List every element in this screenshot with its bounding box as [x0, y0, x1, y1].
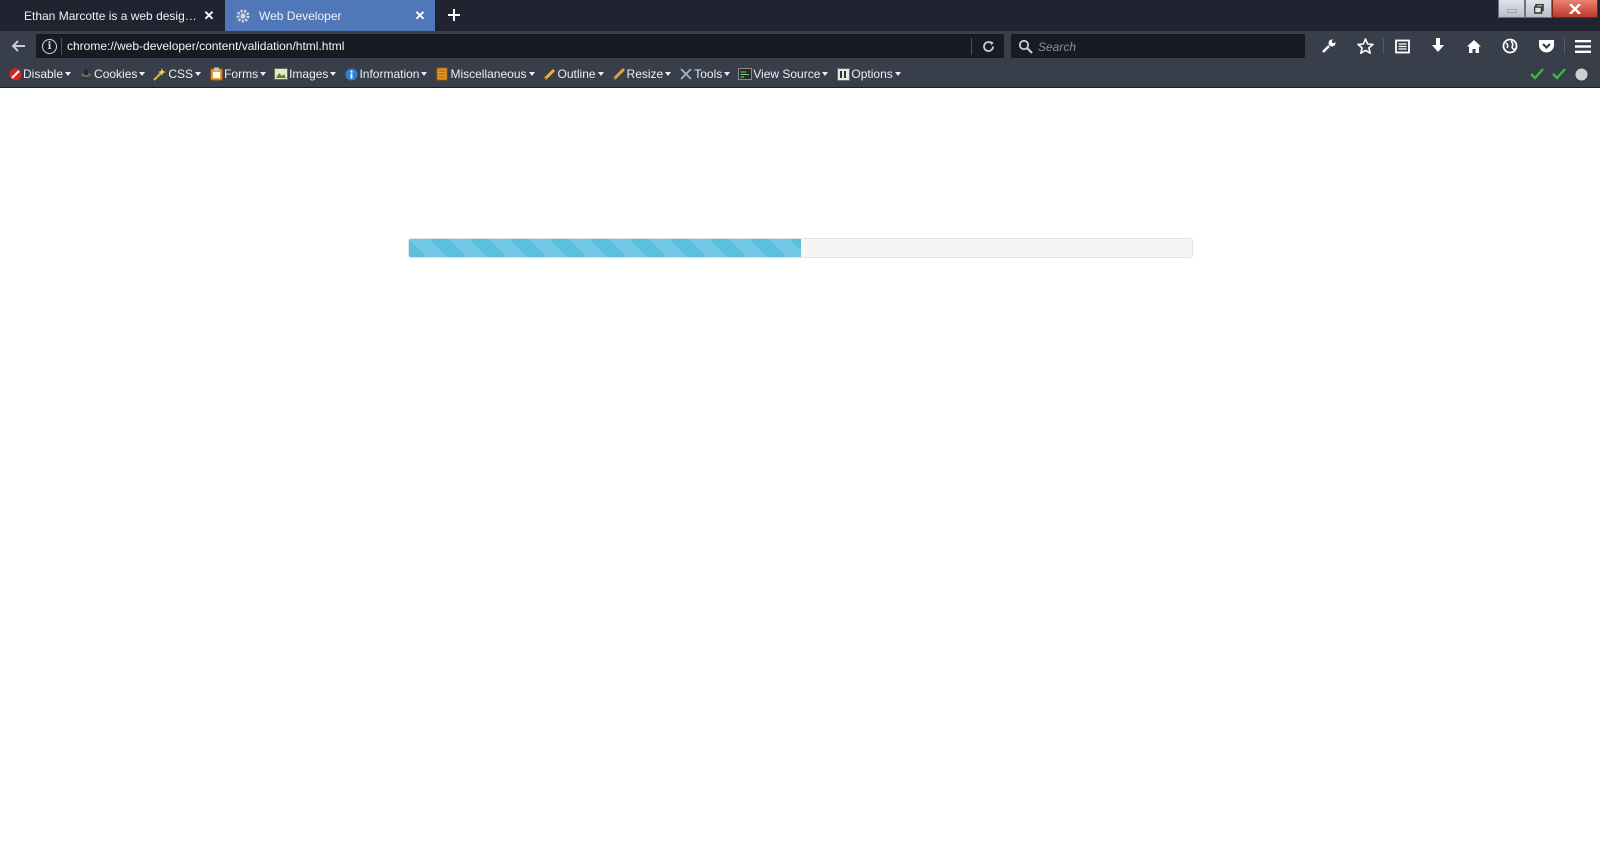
globe-icon[interactable]	[1492, 34, 1528, 58]
divider	[971, 38, 972, 55]
web-developer-toolbar: Disable Cookies CSS Forms Images Informa…	[0, 60, 1600, 88]
chevron-down-icon	[65, 72, 72, 76]
css-icon	[153, 67, 167, 81]
reload-icon[interactable]	[979, 38, 997, 55]
menu-label: Options	[851, 67, 893, 81]
check-icon[interactable]	[1548, 65, 1570, 83]
menu-disable[interactable]: Disable	[8, 67, 72, 81]
chevron-down-icon	[260, 72, 267, 76]
validation-status	[1526, 65, 1592, 83]
check-icon[interactable]	[1526, 65, 1548, 83]
menu-label: Images	[289, 67, 329, 81]
menu-cookies[interactable]: Cookies	[79, 67, 146, 81]
menu-options[interactable]: Options	[836, 67, 901, 81]
tools-icon	[679, 67, 693, 81]
miscellaneous-icon	[435, 67, 449, 81]
menu-view-source[interactable]: View Source	[738, 67, 829, 81]
back-arrow-icon[interactable]	[8, 35, 30, 57]
menu-label: CSS	[168, 67, 194, 81]
tab-web-developer[interactable]: Web Developer ✕	[225, 0, 435, 31]
menu-label: Forms	[224, 67, 259, 81]
url-bar[interactable]: i chrome://web-developer/content/validat…	[36, 34, 1004, 58]
minimize-icon[interactable]	[1498, 0, 1525, 18]
chevron-down-icon	[528, 72, 535, 76]
menu-resize[interactable]: Resize	[612, 67, 672, 81]
search-input[interactable]	[1038, 38, 1298, 55]
chevron-down-icon	[597, 72, 604, 76]
chevron-down-icon	[665, 72, 672, 76]
menu-label: View Source	[753, 67, 821, 81]
tab-title: Ethan Marcotte is a web design...	[24, 8, 200, 23]
progress-bar-fill	[409, 239, 801, 257]
search-bar[interactable]	[1011, 34, 1305, 58]
menu-label: Outline	[557, 67, 596, 81]
images-icon	[274, 67, 289, 81]
chevron-down-icon	[724, 72, 731, 76]
info-icon[interactable]: i	[42, 39, 57, 54]
menu-information[interactable]: Information	[344, 67, 428, 81]
menu-images[interactable]: Images	[274, 67, 337, 81]
url-text[interactable]: chrome://web-developer/content/validatio…	[67, 39, 344, 53]
divider	[61, 38, 62, 55]
tab-close-icon[interactable]: ✕	[200, 7, 218, 25]
menu-outline[interactable]: Outline	[543, 67, 604, 81]
options-icon	[836, 67, 850, 81]
navigation-bar: i chrome://web-developer/content/validat…	[0, 31, 1600, 60]
menu-forms[interactable]: Forms	[209, 67, 267, 81]
chevron-down-icon	[894, 72, 901, 76]
menu-tools[interactable]: Tools	[679, 67, 731, 81]
forms-icon	[209, 67, 223, 81]
chevron-down-icon	[330, 72, 337, 76]
information-icon	[344, 67, 358, 81]
resize-icon	[612, 67, 626, 81]
chevron-down-icon	[195, 72, 202, 76]
pocket-icon[interactable]	[1528, 34, 1564, 58]
chevron-down-icon	[822, 72, 829, 76]
close-window-icon[interactable]	[1552, 0, 1598, 18]
menu-label: Disable	[23, 67, 64, 81]
reading-list-icon[interactable]	[1384, 34, 1420, 58]
nav-toolbar-icons	[1311, 34, 1600, 58]
progress-bar	[408, 238, 1193, 258]
menu-label: Miscellaneous	[450, 67, 527, 81]
page-content	[0, 89, 1600, 860]
new-tab-plus-icon[interactable]	[444, 5, 464, 25]
tab-ethan-marcotte[interactable]: Ethan Marcotte is a web design... ✕	[0, 0, 224, 31]
search-icon	[1018, 39, 1034, 55]
view-source-icon	[738, 67, 753, 81]
hamburger-menu-icon[interactable]	[1565, 34, 1600, 58]
menu-label: Resize	[626, 67, 664, 81]
download-icon[interactable]	[1420, 34, 1456, 58]
disable-icon	[8, 67, 22, 81]
restore-icon[interactable]	[1525, 0, 1552, 18]
menu-miscellaneous[interactable]: Miscellaneous	[435, 67, 535, 81]
menu-css[interactable]: CSS	[153, 67, 202, 81]
tab-title: Web Developer	[259, 8, 342, 23]
tab-strip: Ethan Marcotte is a web design... ✕ Web …	[0, 0, 1600, 31]
home-icon[interactable]	[1456, 34, 1492, 58]
chevron-down-icon	[421, 72, 428, 76]
status-dot-icon[interactable]	[1570, 65, 1592, 83]
chevron-down-icon	[139, 72, 146, 76]
tab-close-icon[interactable]: ✕	[411, 7, 429, 25]
menu-label: Cookies	[94, 67, 138, 81]
outline-icon	[543, 67, 557, 81]
menu-label: Tools	[694, 67, 723, 81]
gear-icon	[235, 8, 251, 24]
menu-label: Information	[359, 67, 420, 81]
cookies-icon	[79, 67, 93, 81]
window-controls	[1498, 0, 1598, 18]
wrench-icon[interactable]	[1311, 34, 1347, 58]
bookmark-star-icon[interactable]	[1347, 34, 1383, 58]
